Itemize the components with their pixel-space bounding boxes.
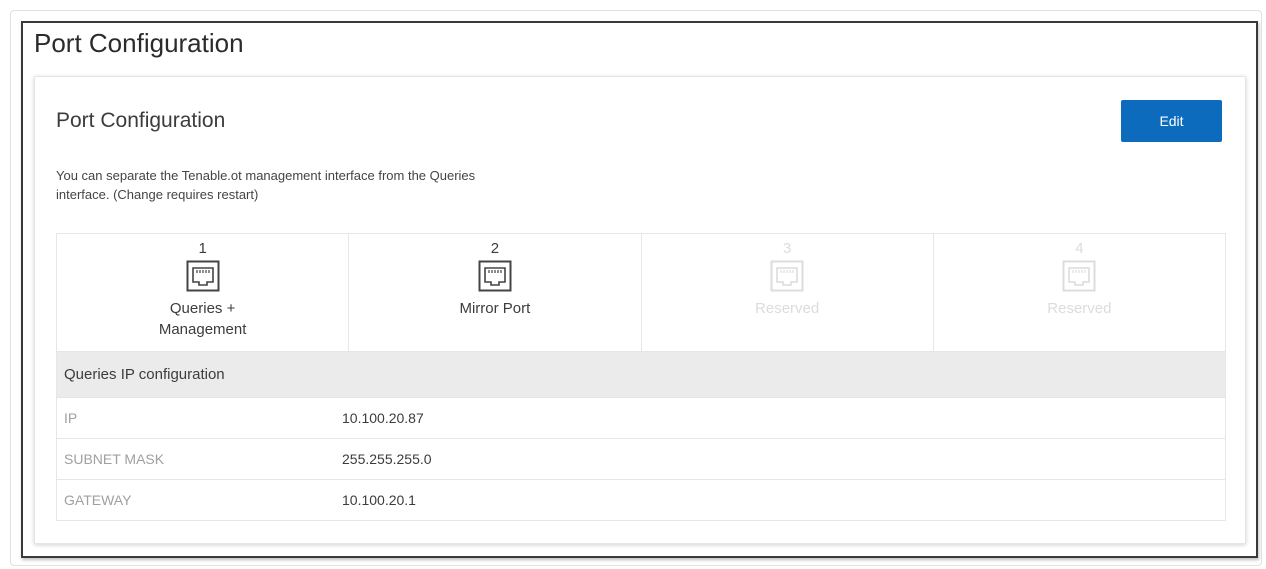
- description-text: You can separate the Tenable.ot manageme…: [56, 166, 596, 204]
- port-label: Mirror Port: [459, 300, 531, 317]
- subnet-mask-key: SUBNET MASK: [64, 451, 165, 467]
- ip-row-gateway: GATEWAY 10.100.20.1: [57, 479, 1225, 520]
- port-number: 1: [198, 240, 207, 257]
- ip-config-header: Queries IP configuration: [57, 351, 1225, 397]
- port-label-line-1: Queries +: [169, 300, 236, 317]
- gateway-value: 10.100.20.1: [342, 492, 416, 508]
- port-configuration-card: Port Configuration Edit You can separate…: [34, 76, 1246, 544]
- port-label: Reserved: [1047, 300, 1112, 317]
- ethernet-port-icon: [1062, 260, 1096, 292]
- description-line-2: interface. (Change requires restart): [56, 187, 259, 202]
- ip-key: IP: [64, 410, 78, 426]
- ethernet-port-icon: [186, 260, 220, 292]
- port-number: 3: [782, 240, 792, 257]
- port-configuration-window: Port Configuration Port Configuration Ed…: [21, 21, 1258, 558]
- port-2: 2 Mirror Port: [349, 234, 642, 351]
- port-number: 2: [490, 240, 500, 257]
- ports-row: 1 Queries + Management 2 Mirror Port 3 R…: [57, 234, 1225, 351]
- ethernet-port-icon: [478, 260, 512, 292]
- port-4: 4 Reserved: [934, 234, 1225, 351]
- port-number: 4: [1075, 240, 1084, 257]
- subnet-mask-value: 255.255.255.0: [342, 451, 432, 467]
- port-3: 3 Reserved: [642, 234, 934, 351]
- card-title: Port Configuration: [56, 109, 226, 132]
- ip-row-subnet-mask: SUBNET MASK 255.255.255.0: [57, 438, 1225, 479]
- ip-row-ip: IP 10.100.20.87: [57, 397, 1225, 438]
- description-line-1: You can separate the Tenable.ot manageme…: [56, 168, 476, 183]
- port-label: Queries + Management: [57, 298, 348, 340]
- port-label-line-2: Management: [158, 321, 247, 338]
- ethernet-port-icon: [770, 260, 804, 292]
- port-label: Reserved: [755, 300, 820, 317]
- page-title: Port Configuration: [34, 28, 244, 58]
- gateway-key: GATEWAY: [64, 492, 132, 508]
- ports-table: 1 Queries + Management 2 Mirror Port 3 R…: [56, 233, 1226, 521]
- edit-button[interactable]: Edit: [1121, 100, 1222, 142]
- port-1: 1 Queries + Management: [57, 234, 350, 351]
- ip-value: 10.100.20.87: [342, 410, 424, 426]
